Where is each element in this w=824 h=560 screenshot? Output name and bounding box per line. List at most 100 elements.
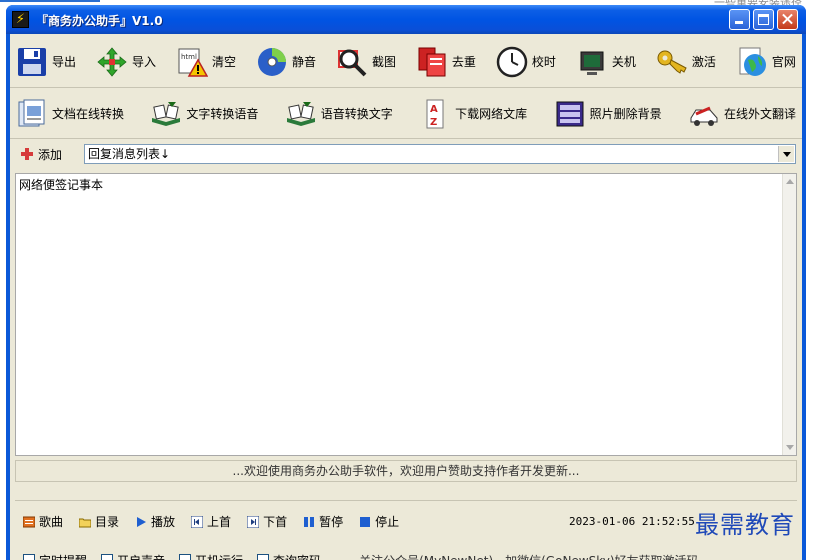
play-icon [137,516,147,527]
import-label: 导入 [131,55,156,69]
app-window: ⚡ 『商务办公助手』V1.0 导出 导入 html 清空 静音 截图 去重 校时… [6,5,806,560]
green-cross-arrows-icon [97,46,127,77]
key-icon [657,50,687,74]
pause-button[interactable]: 暂停 [303,513,343,530]
floppy-disk-icon [18,47,46,76]
remove-bg-label: 照片删除背景 [589,107,662,121]
notepad-textarea[interactable]: 网络便签记事本 [15,173,797,456]
add-button[interactable]: 添加 [20,146,62,163]
screenshot-button[interactable]: 截图 [336,46,396,78]
status-message: 关注公众号(MyNewNet)，加微信(GoNewSky)好友获取激活码 [359,552,698,560]
client-area: 导出 导入 html 清空 静音 截图 去重 校时 关机 激活 官网 文档在线转… [10,34,802,560]
screenshot-label: 截图 [371,55,396,69]
sound-label: 开启声音 [117,552,165,560]
scroll-up-icon[interactable] [786,179,794,184]
shutdown-label: 关机 [611,55,636,69]
watermark-logo: 最需教育 [695,511,795,539]
magnifier-icon [337,49,367,76]
tools-toolbar: 文档在线转换 文字转换语音 语音转换文字 AZ 下载网络文库 照片删除背景 在线… [10,89,802,139]
minimize-icon [735,21,743,24]
options-bar: 定时提醒 开启声音 开机运行 查询密码 关注公众号(MyNewNet)，加微信(… [15,550,797,560]
next-icon [247,515,260,528]
main-toolbar: 导出 导入 html 清空 静音 截图 去重 校时 关机 激活 官网 [10,36,802,88]
clock-icon [496,46,528,77]
folder-button[interactable]: 目录 [79,513,119,530]
autostart-label: 开机运行 [195,552,243,560]
checkbox-box[interactable] [23,554,35,560]
import-button[interactable]: 导入 [96,46,156,78]
translate-button[interactable]: 在线外文翻译 [688,98,796,130]
export-button[interactable]: 导出 [16,46,76,78]
vertical-scrollbar[interactable] [782,174,796,455]
reply-list-value: 回复消息列表↓ [88,147,171,161]
speech-to-text-button[interactable]: 语音转换文字 [285,98,393,130]
sync-time-label: 校时 [531,55,556,69]
doc-convert-button[interactable]: 文档在线转换 [16,98,124,130]
checkbox-box[interactable] [257,554,270,560]
window-title: 『商务办公助手』V1.0 [36,14,163,28]
add-label: 添加 [38,147,63,162]
clear-label: 清空 [211,55,236,69]
website-label: 官网 [771,55,796,69]
previous-button[interactable]: 上首 [191,513,231,530]
svg-text:Z: Z [430,117,437,128]
close-button[interactable] [777,9,798,30]
red-pages-icon [418,47,446,76]
cd-disc-icon [257,47,286,76]
dedupe-button[interactable]: 去重 [416,46,476,78]
mute-button[interactable]: 静音 [256,46,316,78]
html-warning-icon: html [178,48,208,77]
sound-checkbox[interactable]: 开启声音 [101,552,165,560]
music-player-bar: 歌曲 目录 播放 上首 下首 暂停 停止 2023-01-06 21:52:55… [15,500,797,542]
datetime-display: 2023-01-06 21:52:55 [569,515,695,528]
song-button[interactable]: 歌曲 [23,513,63,530]
shutdown-button[interactable]: 关机 [576,46,636,78]
notepad-content: 网络便签记事本 [19,178,104,192]
film-stack-icon [556,101,584,126]
maximize-icon [758,14,769,25]
reminder-checkbox[interactable]: 定时提醒 [23,552,87,560]
checkbox-box[interactable] [101,554,114,560]
dedupe-label: 去重 [451,55,476,69]
globe-icon [739,47,766,76]
previous-label: 上首 [207,515,232,529]
text-to-speech-button[interactable]: 文字转换语音 [150,98,258,130]
clear-button[interactable]: html 清空 [176,46,236,78]
pause-label: 暂停 [319,515,344,529]
book-arrows-icon [152,101,181,126]
stop-button[interactable]: 停止 [359,513,399,530]
reminder-label: 定时提醒 [39,552,87,560]
folder-label: 目录 [95,515,120,529]
remove-bg-button[interactable]: 照片删除背景 [554,98,662,130]
mute-label: 静音 [291,55,316,69]
title-bar[interactable]: ⚡ 『商务办公助手』V1.0 [6,5,806,34]
previous-icon [191,515,204,528]
query-password-checkbox[interactable]: 查询密码 [257,552,321,560]
checkbox-box[interactable] [179,554,192,560]
chevron-down-icon[interactable] [778,146,794,162]
book-arrows-icon [286,101,315,126]
reply-list-select[interactable]: 回复消息列表↓ [84,144,796,164]
pause-icon [304,516,315,527]
download-library-button[interactable]: AZ 下载网络文库 [419,98,527,130]
reply-row: 添加 回复消息列表↓ [10,142,802,166]
query-password-label: 查询密码 [273,552,321,560]
next-button[interactable]: 下首 [247,513,287,530]
autostart-checkbox[interactable]: 开机运行 [179,552,243,560]
az-sort-icon: AZ [426,99,444,128]
song-icon [23,516,35,527]
maximize-button[interactable] [753,9,774,30]
scroll-down-icon[interactable] [786,445,794,450]
website-button[interactable]: 官网 [736,46,796,78]
doc-convert-label: 文档在线转换 [52,107,125,121]
activate-label: 激活 [691,55,716,69]
play-button[interactable]: 播放 [135,513,175,530]
sync-time-button[interactable]: 校时 [496,46,556,78]
song-label: 歌曲 [39,515,64,529]
translate-label: 在线外文翻译 [723,107,796,121]
folder-icon [79,518,92,527]
activate-button[interactable]: 激活 [656,46,716,78]
lightning-icon: ⚡ [12,11,29,28]
minimize-button[interactable] [729,9,750,30]
stop-label: 停止 [375,515,400,529]
